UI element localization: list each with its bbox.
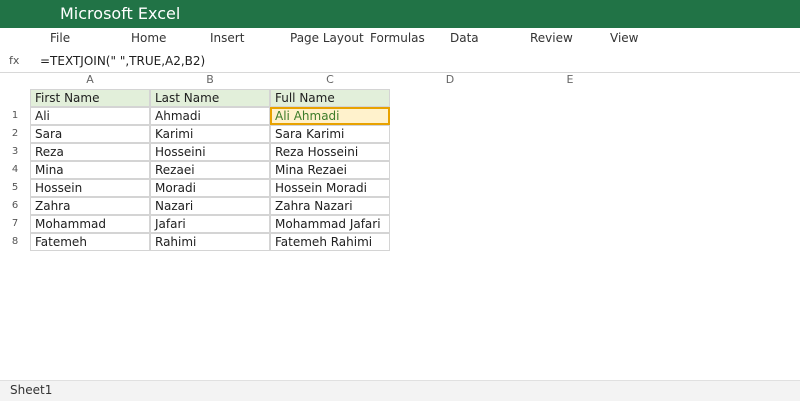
table-cell[interactable]: Fatemeh	[30, 233, 150, 251]
table-cell[interactable]: Fatemeh Rahimi	[270, 233, 390, 251]
formula-input[interactable]	[40, 52, 780, 70]
row-header-6[interactable]: 6	[0, 200, 30, 211]
column-header-e[interactable]: E	[510, 73, 630, 86]
menu-page-layout[interactable]: Page Layout	[290, 31, 364, 45]
table-cell[interactable]: Mina	[30, 161, 150, 179]
title-bar: Microsoft Excel	[0, 0, 800, 28]
table-cell[interactable]: Mina Rezaei	[270, 161, 390, 179]
table-cell[interactable]: Ali	[30, 107, 150, 125]
row-header-4[interactable]: 4	[0, 164, 30, 175]
table-cell[interactable]: Mohammad	[30, 215, 150, 233]
column-header-b[interactable]: B	[150, 73, 270, 86]
table-cell[interactable]: Zahra Nazari	[270, 197, 390, 215]
table-cell[interactable]: Rezaei	[150, 161, 270, 179]
formula-bar: fx	[0, 50, 800, 73]
row-header-5[interactable]: 5	[0, 182, 30, 193]
table-cell[interactable]: Zahra	[30, 197, 150, 215]
table-cell[interactable]: Hossein	[30, 179, 150, 197]
menu-view[interactable]: View	[610, 31, 638, 45]
table-header-cell[interactable]: First Name	[30, 89, 150, 107]
column-headers: A B C D E	[0, 72, 800, 89]
table-cell[interactable]: Reza	[30, 143, 150, 161]
row-header-2[interactable]: 2	[0, 128, 30, 139]
table-header-cell[interactable]: Last Name	[150, 89, 270, 107]
status-bar: Sheet1	[0, 380, 800, 401]
app-title: Microsoft Excel	[60, 4, 181, 23]
table-cell[interactable]: Moradi	[150, 179, 270, 197]
row-header-7[interactable]: 7	[0, 218, 30, 229]
row-header-3[interactable]: 3	[0, 146, 30, 157]
table-cell[interactable]: Hossein Moradi	[270, 179, 390, 197]
selected-cell[interactable]: Ali Ahmadi	[270, 107, 390, 125]
table-cell[interactable]: Rahimi	[150, 233, 270, 251]
menu-file[interactable]: File	[50, 31, 70, 45]
table-cell[interactable]: Sara Karimi	[270, 125, 390, 143]
fx-label: fx	[9, 54, 20, 67]
menu-bar: File Home Insert Page Layout Formulas Da…	[0, 28, 800, 51]
table-cell[interactable]: Nazari	[150, 197, 270, 215]
menu-insert[interactable]: Insert	[210, 31, 244, 45]
table-cell[interactable]: Ahmadi	[150, 107, 270, 125]
row-header-1[interactable]: 1	[0, 110, 30, 121]
table-cell[interactable]: Hosseini	[150, 143, 270, 161]
menu-formulas[interactable]: Formulas	[370, 31, 425, 45]
table-cell[interactable]: Jafari	[150, 215, 270, 233]
menu-home[interactable]: Home	[131, 31, 166, 45]
column-header-a[interactable]: A	[30, 73, 150, 86]
table-header-cell[interactable]: Full Name	[270, 89, 390, 107]
column-header-c[interactable]: C	[270, 73, 390, 86]
menu-data[interactable]: Data	[450, 31, 479, 45]
table-cell[interactable]: Reza Hosseini	[270, 143, 390, 161]
table-cell[interactable]: Mohammad Jafari	[270, 215, 390, 233]
table-cell[interactable]: Sara	[30, 125, 150, 143]
table-cell[interactable]: Karimi	[150, 125, 270, 143]
column-header-d[interactable]: D	[390, 73, 510, 86]
menu-review[interactable]: Review	[530, 31, 573, 45]
row-header-8[interactable]: 8	[0, 236, 30, 247]
sheet-tab[interactable]: Sheet1	[10, 383, 52, 397]
